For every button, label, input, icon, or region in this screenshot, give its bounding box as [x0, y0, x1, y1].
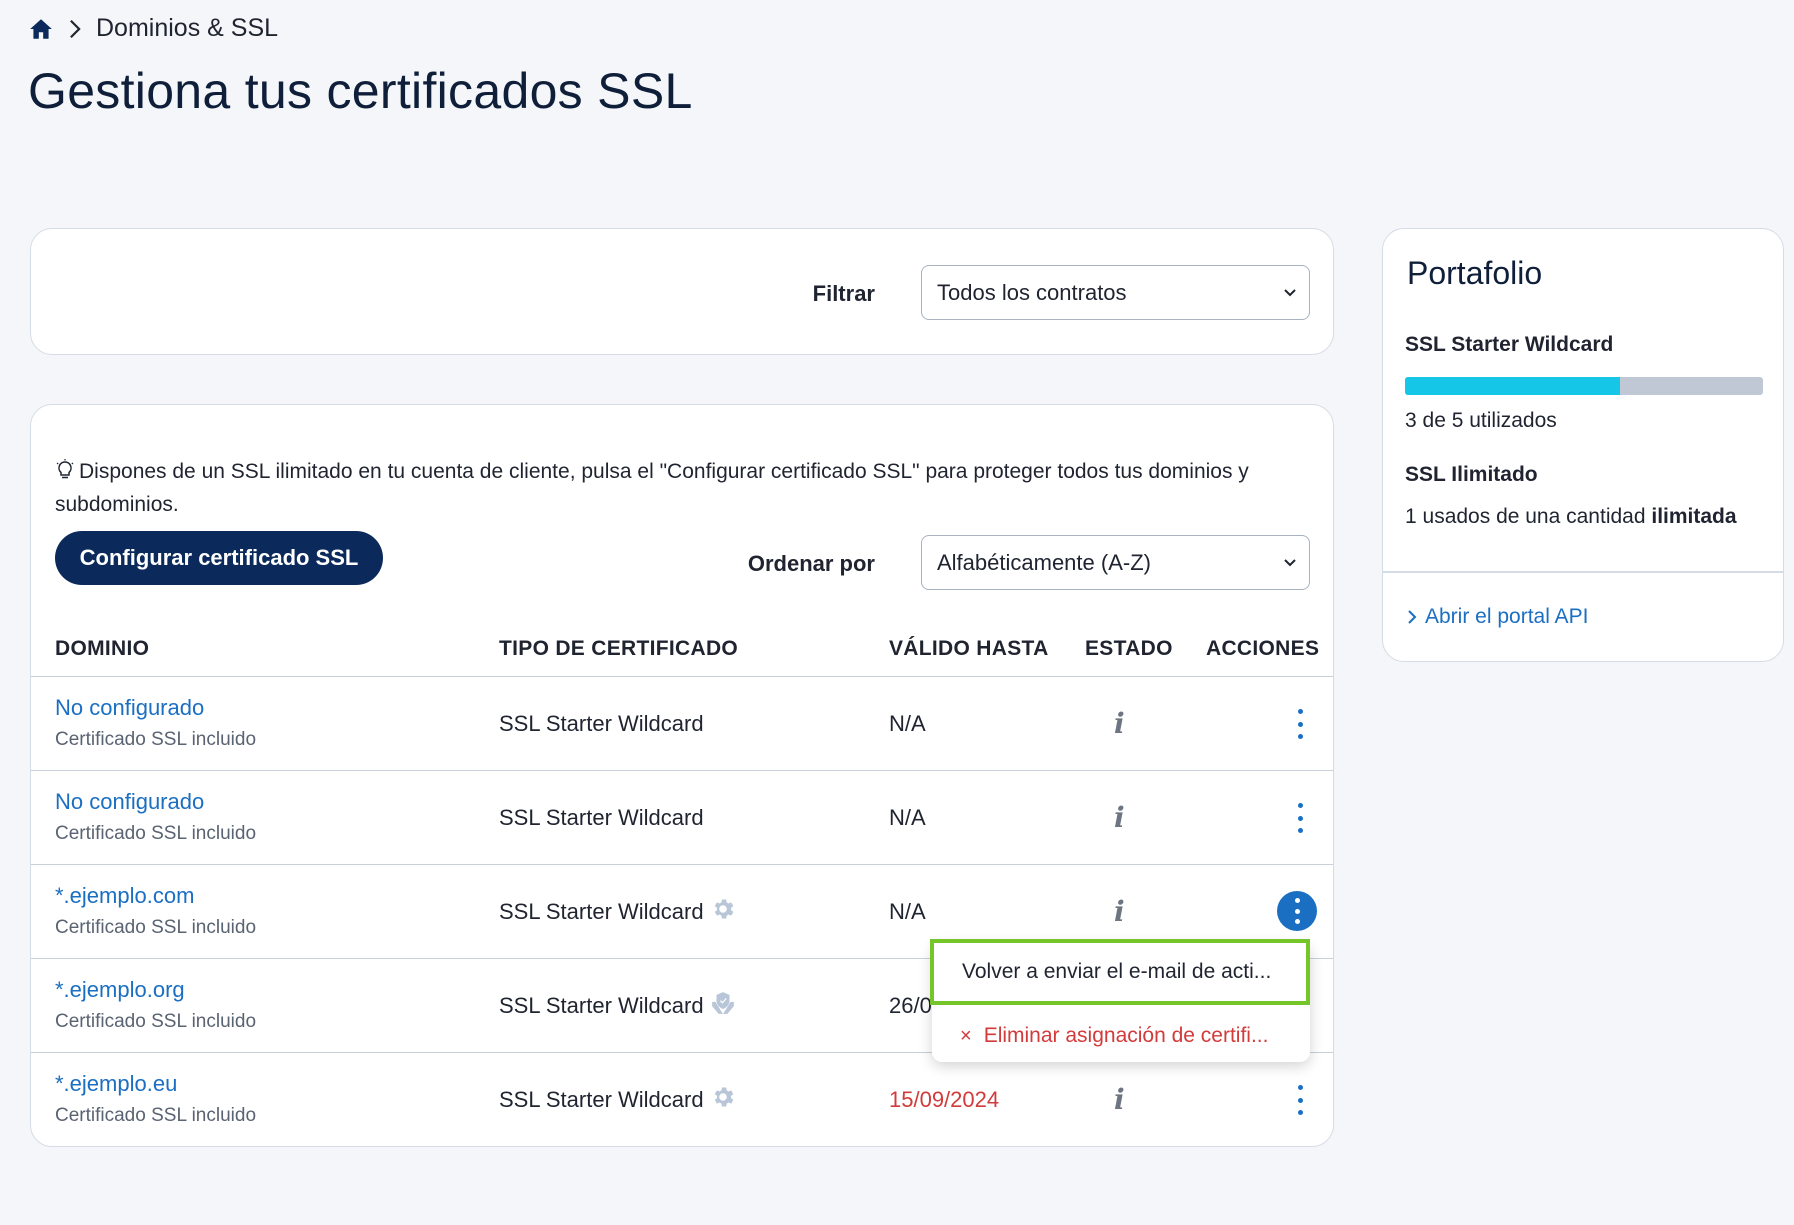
- column-header-type[interactable]: TIPO DE CERTIFICADO: [499, 637, 738, 661]
- table-row: No configurado Certificado SSL incluido …: [31, 771, 1333, 865]
- valid-until: 15/09/2024: [889, 1087, 1000, 1112]
- chevron-down-icon: [1284, 558, 1296, 566]
- info-icon[interactable]: i: [1114, 707, 1125, 740]
- certificate-type-label: SSL Starter Wildcard: [499, 899, 704, 924]
- certificate-type-label: SSL Starter Wildcard: [499, 711, 704, 736]
- page-title: Gestiona tus certificados SSL: [28, 63, 693, 119]
- info-icon[interactable]: i: [1114, 1083, 1125, 1116]
- close-icon: ×: [960, 1024, 972, 1047]
- table-row: *.ejemplo.eu Certificado SSL incluido SS…: [31, 1053, 1333, 1147]
- certificate-type: SSL Starter Wildcard: [499, 1087, 736, 1113]
- ssl-unlimited-label: SSL Ilimitado: [1405, 463, 1538, 486]
- gear-icon[interactable]: [710, 1084, 736, 1110]
- domain-link[interactable]: *.ejemplo.org: [55, 977, 185, 1003]
- table-header: DOMINIO TIPO DE CERTIFICADO VÁLIDO HASTA…: [31, 629, 1333, 677]
- remove-certificate-assignment-item[interactable]: × Eliminar asignación de certifi...: [932, 1010, 1310, 1062]
- ssl-wildcard-usage: 3 de 5 utilizados: [1405, 409, 1557, 432]
- remove-certificate-assignment-label: Eliminar asignación de certifi...: [983, 1024, 1269, 1047]
- resend-activation-email-label: Volver a enviar el e-mail de acti...: [962, 960, 1272, 983]
- contract-filter-select[interactable]: Todos los contratos: [921, 265, 1310, 320]
- actions-dropdown-menu: Volver a enviar el e-mail de acti... × E…: [930, 939, 1310, 1062]
- portfolio-title: Portafolio: [1407, 255, 1543, 291]
- domain-subtitle: Certificado SSL incluido: [55, 1105, 257, 1126]
- valid-until: N/A: [889, 711, 926, 736]
- certificate-type-label: SSL Starter Wildcard: [499, 993, 704, 1018]
- contract-filter-value: Todos los contratos: [937, 279, 1127, 305]
- certificate-type: SSL Starter Wildcard: [499, 711, 704, 737]
- chevron-right-icon: [1408, 610, 1417, 624]
- table-row: No configurado Certificado SSL incluido …: [31, 677, 1333, 771]
- column-header-status: ESTADO: [1085, 637, 1173, 660]
- filter-card: Filtrar Todos los contratos: [30, 228, 1334, 355]
- column-header-actions: ACCIONES: [1206, 637, 1320, 660]
- ssl-unlimited-usage-text: 1 usados de una cantidad: [1405, 505, 1646, 528]
- ssl-unlimited-bold: ilimitada: [1651, 505, 1737, 528]
- domain-subtitle: Certificado SSL incluido: [55, 823, 257, 844]
- valid-until: 26/0: [889, 993, 932, 1018]
- shield-hand-icon[interactable]: [710, 990, 736, 1016]
- more-actions-button[interactable]: [1295, 709, 1305, 739]
- more-actions-button[interactable]: [1295, 1085, 1305, 1115]
- order-select[interactable]: Alfabéticamente (A-Z): [921, 535, 1310, 590]
- certificate-type: SSL Starter Wildcard: [499, 990, 736, 1019]
- more-actions-button[interactable]: [1295, 803, 1305, 833]
- info-icon[interactable]: i: [1114, 895, 1125, 928]
- valid-until: N/A: [889, 805, 926, 830]
- ssl-wildcard-progress: [1405, 377, 1763, 395]
- domain-link[interactable]: *.ejemplo.eu: [55, 1071, 177, 1097]
- order-label: Ordenar por: [747, 551, 875, 576]
- domain-subtitle: Certificado SSL incluido: [55, 1011, 257, 1032]
- filter-label: Filtrar: [812, 281, 875, 306]
- column-header-valid[interactable]: VÁLIDO HASTA: [889, 637, 1049, 661]
- resend-activation-email-item[interactable]: Volver a enviar el e-mail de acti...: [930, 939, 1310, 1005]
- gear-icon[interactable]: [710, 896, 736, 922]
- api-portal-link[interactable]: Abrir el portal API: [1407, 605, 1588, 629]
- order-select-value: Alfabéticamente (A-Z): [937, 549, 1151, 575]
- certificate-type: SSL Starter Wildcard: [499, 899, 736, 925]
- more-actions-button-active[interactable]: [1277, 891, 1317, 931]
- certificate-type-label: SSL Starter Wildcard: [499, 1087, 704, 1112]
- breadcrumb-current[interactable]: Dominios & SSL: [96, 14, 278, 43]
- ssl-unlimited-usage: 1 usados de una cantidad ilimitada: [1405, 505, 1737, 529]
- domain-link[interactable]: *.ejemplo.com: [55, 883, 194, 909]
- column-header-domain[interactable]: DOMINIO: [55, 637, 149, 661]
- api-portal-link-label: Abrir el portal API: [1425, 605, 1589, 628]
- divider: [1383, 571, 1783, 573]
- lightbulb-icon: [56, 459, 74, 479]
- domain-subtitle: Certificado SSL incluido: [55, 729, 257, 750]
- domain-link[interactable]: No configurado: [55, 789, 204, 815]
- chevron-right-icon: [70, 19, 81, 38]
- certificate-type-label: SSL Starter Wildcard: [499, 805, 704, 830]
- portfolio-card: Portafolio SSL Starter Wildcard 3 de 5 u…: [1382, 228, 1784, 662]
- certificate-type: SSL Starter Wildcard: [499, 805, 704, 831]
- ssl-wildcard-label: SSL Starter Wildcard: [1405, 333, 1614, 356]
- ssl-tip: Dispones de un SSL ilimitado en tu cuent…: [55, 455, 1305, 521]
- configure-ssl-button[interactable]: Configurar certificado SSL: [55, 531, 383, 585]
- valid-until: N/A: [889, 899, 926, 924]
- breadcrumb: Dominios & SSL: [28, 14, 278, 43]
- chevron-down-icon: [1284, 288, 1296, 296]
- domain-link[interactable]: No configurado: [55, 695, 204, 721]
- progress-fill: [1405, 377, 1620, 395]
- home-icon[interactable]: [28, 16, 54, 42]
- ssl-tip-text: Dispones de un SSL ilimitado en tu cuent…: [55, 460, 1249, 516]
- info-icon[interactable]: i: [1114, 801, 1125, 834]
- domain-subtitle: Certificado SSL incluido: [55, 917, 257, 938]
